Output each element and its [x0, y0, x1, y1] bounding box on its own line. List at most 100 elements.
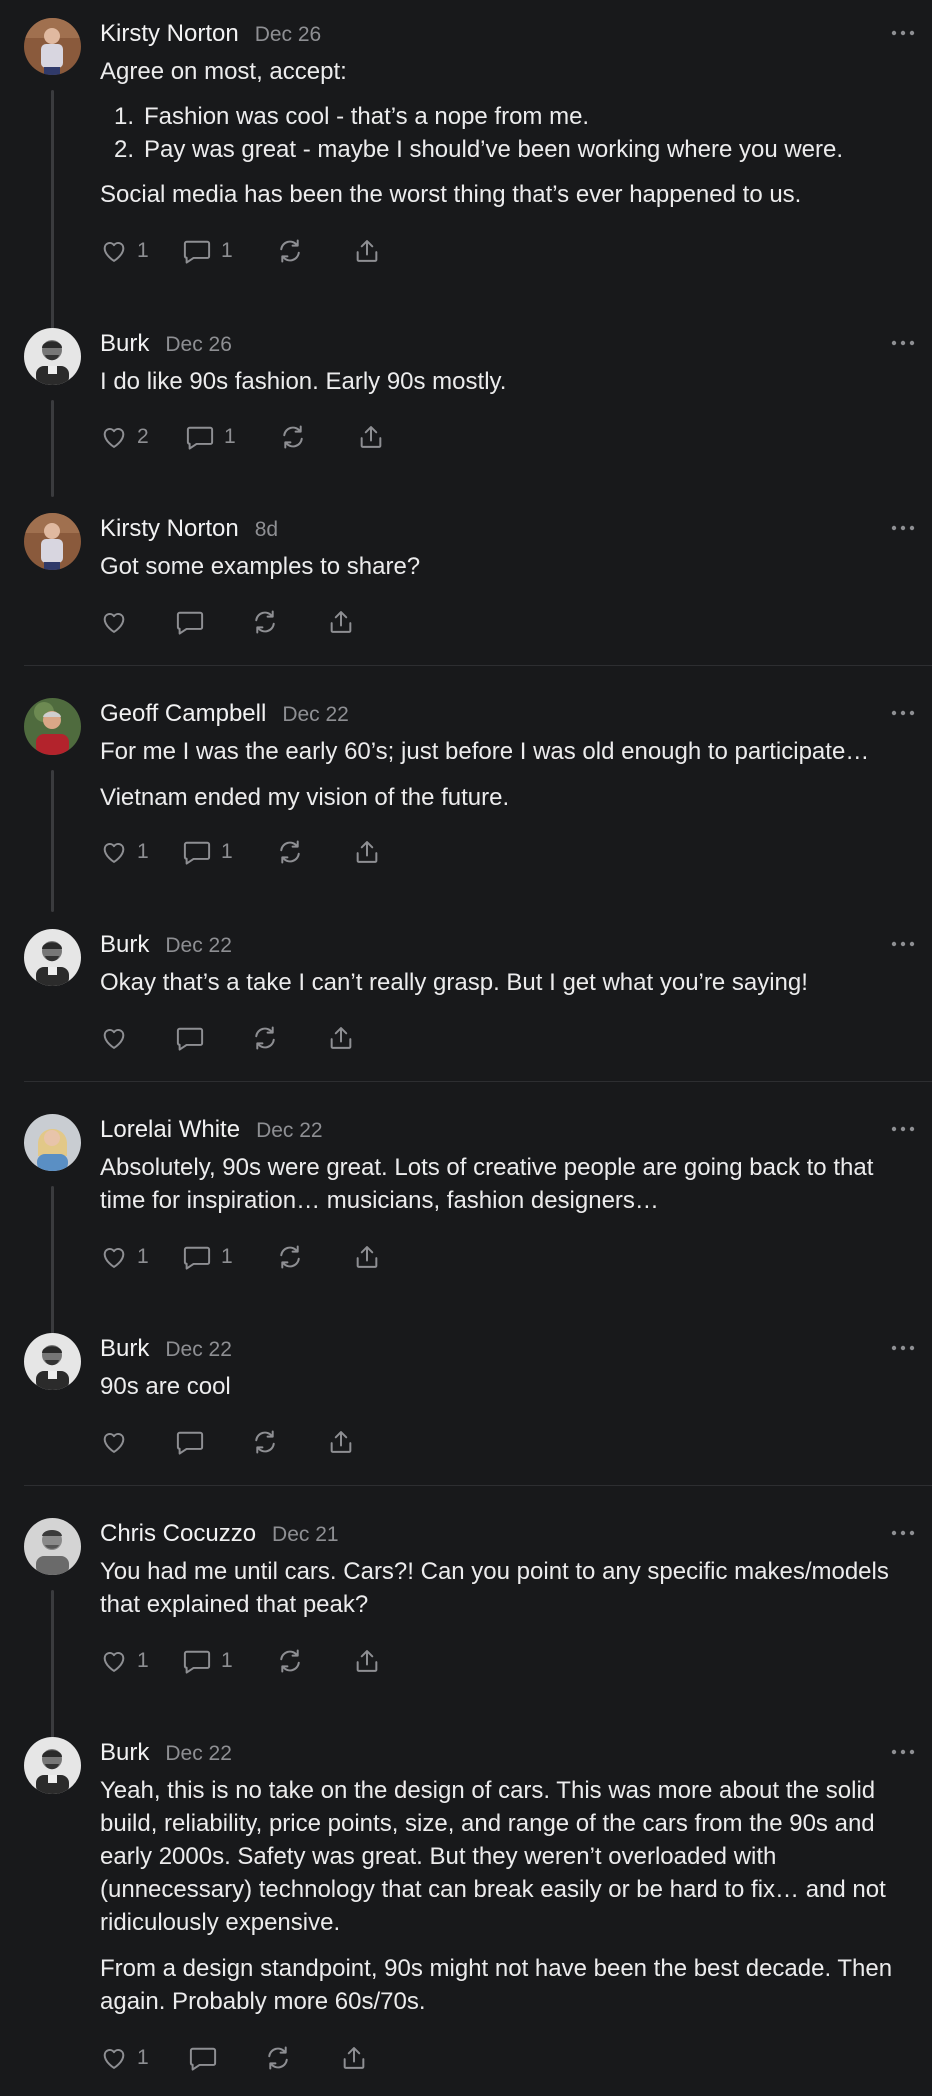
heart-icon [103, 843, 125, 863]
avatar[interactable] [24, 18, 81, 75]
restack-button[interactable] [251, 1425, 279, 1459]
comment-header: Kirsty Norton Dec 26 [100, 20, 321, 52]
reply-button[interactable]: 1 [185, 420, 236, 454]
comment-date[interactable]: 8d [255, 518, 278, 542]
share-button[interactable] [353, 835, 381, 869]
share-icon [356, 1246, 378, 1268]
share-button[interactable] [327, 1425, 355, 1459]
reply-button[interactable] [188, 2041, 218, 2075]
more-dots-icon[interactable] [890, 708, 916, 718]
more-dots-icon[interactable] [890, 1343, 916, 1353]
comment-date[interactable]: Dec 26 [255, 23, 322, 47]
restack-button[interactable] [279, 420, 307, 454]
more-dots-icon[interactable] [890, 1528, 916, 1538]
restack-button[interactable] [276, 1240, 304, 1274]
more-dots-icon[interactable] [890, 523, 916, 533]
like-count: 1 [137, 239, 149, 262]
reply-count: 1 [224, 425, 236, 448]
avatar[interactable] [24, 1518, 81, 1575]
share-button[interactable] [353, 1240, 381, 1274]
avatar[interactable] [24, 929, 81, 986]
comment-date[interactable]: Dec 22 [165, 1742, 232, 1766]
avatar[interactable] [24, 513, 81, 570]
reply-button[interactable] [175, 1425, 205, 1459]
reply-button[interactable]: 1 [182, 1644, 233, 1678]
like-button[interactable]: 1 [100, 2041, 149, 2075]
restack-button[interactable] [276, 1644, 304, 1678]
author-name[interactable]: Chris Cocuzzo [100, 1520, 256, 1548]
share-button[interactable] [357, 420, 385, 454]
like-button[interactable]: 1 [100, 1240, 149, 1274]
comment-header: Lorelai White Dec 22 [100, 1116, 323, 1148]
avatar[interactable] [24, 1333, 81, 1390]
like-button[interactable]: 1 [100, 1644, 149, 1678]
restack-icon [255, 1430, 275, 1454]
more-dots-icon[interactable] [890, 1747, 916, 1757]
share-button[interactable] [353, 234, 381, 268]
avatar[interactable] [24, 1114, 81, 1171]
comment-feed: Kirsty Norton Dec 26 Agree on most, acce… [0, 0, 932, 2096]
reply-button[interactable]: 1 [182, 234, 233, 268]
restack-button[interactable] [251, 1021, 279, 1055]
heart-icon [103, 242, 125, 262]
comment-bubble-icon [176, 1431, 204, 1455]
author-name[interactable]: Lorelai White [100, 1116, 240, 1144]
restack-button[interactable] [276, 234, 304, 268]
share-button[interactable] [340, 2041, 368, 2075]
comment-date[interactable]: Dec 22 [256, 1119, 323, 1143]
heart-icon [103, 1433, 125, 1453]
like-button[interactable]: 1 [100, 835, 149, 869]
author-name[interactable]: Burk [100, 931, 149, 959]
avatar[interactable] [24, 328, 81, 385]
thread-line [51, 400, 54, 497]
comment-paragraph: 90s are cool [100, 1373, 231, 1400]
author-name[interactable]: Burk [100, 1335, 149, 1363]
comment-body: You had me until cars. Cars?! Can you po… [100, 1555, 910, 1621]
avatar[interactable] [24, 698, 81, 755]
reply-button[interactable] [175, 1021, 205, 1055]
share-button[interactable] [353, 1644, 381, 1678]
like-button[interactable]: 1 [100, 234, 149, 268]
heart-icon [103, 1652, 125, 1672]
like-button[interactable] [100, 605, 128, 639]
restack-icon [268, 2046, 288, 2070]
share-icon [343, 2047, 365, 2069]
comment-bubble-icon [176, 611, 204, 635]
author-name[interactable]: Geoff Campbell [100, 700, 266, 728]
reply-button[interactable]: 1 [182, 835, 233, 869]
more-dots-icon[interactable] [890, 28, 916, 38]
reply-button[interactable]: 1 [182, 1240, 233, 1274]
comment-body: For me I was the early 60’s; just before… [100, 735, 910, 814]
list-number: 1. [113, 103, 134, 130]
list-item: 1. Fashion was cool - that’s a nope from … [100, 100, 910, 133]
restack-button[interactable] [264, 2041, 292, 2075]
comment-body: Yeah, this is no take on the design of c… [100, 1774, 910, 2018]
share-icon [360, 426, 382, 448]
more-dots-icon[interactable] [890, 338, 916, 348]
share-button[interactable] [327, 1021, 355, 1055]
like-button[interactable] [100, 1021, 128, 1055]
like-button[interactable]: 2 [100, 420, 149, 454]
comment-header: Burk Dec 22 [100, 1335, 232, 1367]
restack-button[interactable] [251, 605, 279, 639]
reply-button[interactable] [175, 605, 205, 639]
share-button[interactable] [327, 605, 355, 639]
like-button[interactable] [100, 1425, 128, 1459]
comment-date[interactable]: Dec 21 [272, 1523, 339, 1547]
avatar[interactable] [24, 1737, 81, 1794]
comment-date[interactable]: Dec 22 [282, 703, 349, 727]
more-dots-icon[interactable] [890, 939, 916, 949]
more-dots-icon[interactable] [890, 1124, 916, 1134]
comment-bubble-icon [183, 240, 211, 264]
comment-body: Agree on most, accept: 1. Fashion was coo… [100, 55, 910, 211]
comment-date[interactable]: Dec 22 [165, 1338, 232, 1362]
author-name[interactable]: Kirsty Norton [100, 515, 239, 543]
author-name[interactable]: Kirsty Norton [100, 20, 239, 48]
comment-date[interactable]: Dec 22 [165, 934, 232, 958]
comment-date[interactable]: Dec 26 [165, 333, 232, 357]
author-name[interactable]: Burk [100, 1739, 149, 1767]
like-count: 2 [137, 425, 149, 448]
author-name[interactable]: Burk [100, 330, 149, 358]
restack-button[interactable] [276, 835, 304, 869]
restack-icon [280, 239, 300, 263]
